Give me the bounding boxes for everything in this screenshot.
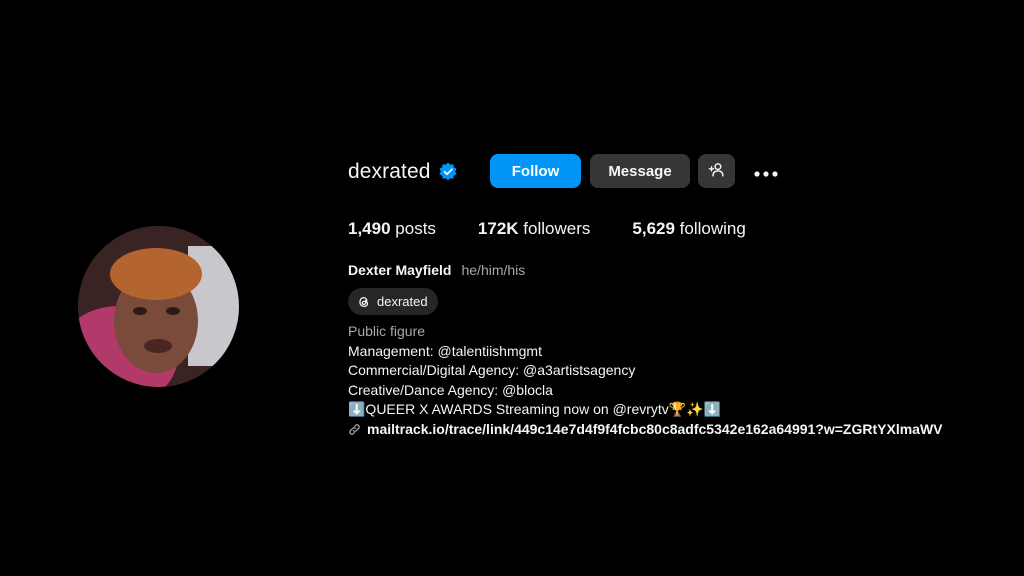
more-options-icon: [754, 164, 778, 181]
suggested-accounts-button[interactable]: [698, 154, 735, 188]
bio-link[interactable]: mailtrack.io/trace/link/449c14e7d4f9f4fc…: [367, 420, 943, 440]
profile-avatar[interactable]: [78, 226, 239, 387]
bio-link-row: mailtrack.io/trace/link/449c14e7d4f9f4fc…: [348, 420, 1024, 440]
bio-line: Commercial/Digital Agency: @a3artistsage…: [348, 362, 636, 379]
bio-line: ⬇️QUEER X AWARDS Streaming now on @revry…: [348, 401, 722, 418]
follow-button[interactable]: Follow: [490, 154, 581, 188]
following-stat[interactable]: 5,629 following: [632, 219, 745, 239]
username: dexrated: [348, 160, 431, 183]
verified-badge-icon: [438, 162, 458, 182]
bio: Public figure Management: @talentiishmgm…: [348, 322, 1024, 440]
posts-label: posts: [395, 219, 436, 238]
bio-line: Creative/Dance Agency: @blocla: [348, 381, 553, 398]
more-options-button[interactable]: [752, 160, 780, 184]
profile-stats: 1,490 posts 172K followers 5,629 followi…: [348, 219, 788, 239]
profile-header: dexrated: [348, 154, 458, 190]
avatar-image: [78, 226, 239, 387]
following-count: 5,629: [632, 219, 675, 238]
name-row: Dexter Mayfield he/him/his: [348, 262, 525, 278]
posts-count: 1,490: [348, 219, 391, 238]
followers-stat[interactable]: 172K followers: [478, 219, 590, 239]
threads-icon: [357, 295, 371, 309]
profile-category: Public figure: [348, 323, 426, 339]
threads-link[interactable]: dexrated: [348, 288, 438, 315]
full-name: Dexter Mayfield: [348, 262, 452, 278]
bio-line: Management: @talentiishmgmt: [348, 342, 542, 359]
pronouns: he/him/his: [461, 262, 526, 278]
link-icon: [348, 423, 361, 436]
person-add-icon: [708, 161, 725, 182]
following-label: following: [679, 219, 746, 238]
threads-handle: dexrated: [377, 294, 428, 309]
followers-label: followers: [523, 219, 591, 238]
followers-count: 172K: [477, 219, 519, 238]
posts-stat[interactable]: 1,490 posts: [348, 219, 436, 239]
message-button[interactable]: Message: [590, 154, 690, 188]
